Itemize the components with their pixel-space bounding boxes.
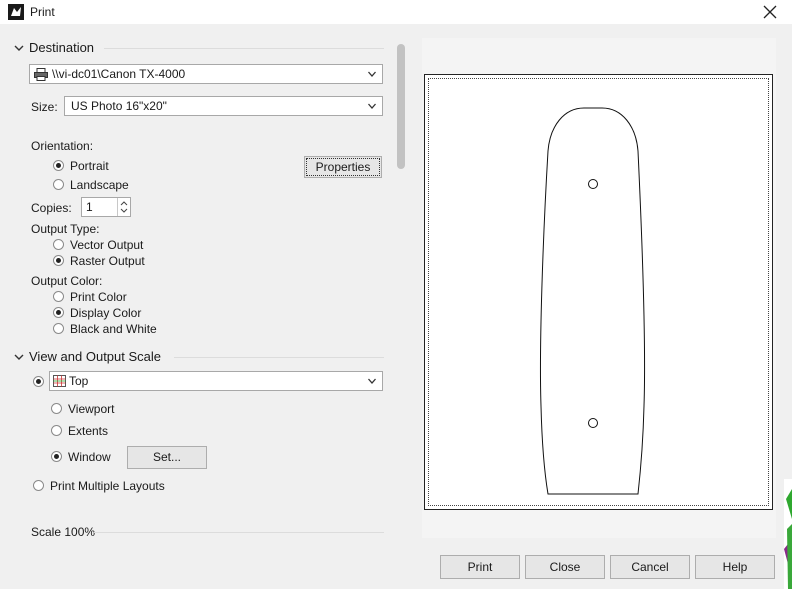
output-color-label: Output Color: [31, 274, 103, 288]
settings-panel: Destination \\vi-dc01\Canon TX-4000 Size… [0, 24, 410, 589]
chevron-down-icon [368, 378, 376, 384]
view-radio[interactable] [33, 376, 44, 387]
landscape-radio[interactable] [53, 179, 64, 190]
rhino-app-icon [8, 4, 24, 20]
vector-output-label[interactable]: Vector Output [70, 238, 143, 252]
divider [104, 48, 384, 49]
printer-icon [34, 68, 48, 81]
set-window-button[interactable]: Set... [127, 446, 207, 469]
close-icon [763, 5, 777, 19]
background-window-sliver [784, 479, 792, 589]
viewport-radio[interactable] [51, 403, 62, 414]
print-color-radio[interactable] [53, 291, 64, 302]
extents-label[interactable]: Extents [68, 424, 108, 438]
view-scale-header[interactable]: View and Output Scale [29, 349, 161, 364]
size-select[interactable]: US Photo 16"x20" [64, 96, 383, 116]
divider [94, 532, 384, 533]
printer-value: \\vi-dc01\Canon TX-4000 [52, 67, 186, 81]
raster-output-label[interactable]: Raster Output [70, 254, 145, 268]
divider [174, 357, 384, 358]
copies-spin-buttons[interactable] [117, 198, 130, 216]
viewport-label[interactable]: Viewport [68, 402, 114, 416]
print-multiple-layouts-radio[interactable] [33, 480, 44, 491]
properties-button[interactable]: Properties [304, 156, 382, 178]
preview-drawing [539, 107, 646, 495]
print-multiple-layouts-label[interactable]: Print Multiple Layouts [50, 479, 165, 493]
close-button[interactable]: Close [525, 555, 605, 579]
raster-output-radio[interactable] [53, 255, 64, 266]
chevron-down-icon [368, 71, 376, 77]
title-bar: Print [0, 0, 792, 24]
print-button[interactable]: Print [440, 555, 520, 579]
portrait-radio[interactable] [53, 160, 64, 171]
cancel-button[interactable]: Cancel [610, 555, 690, 579]
settings-scrollbar-thumb[interactable] [397, 44, 405, 169]
chevron-down-icon[interactable] [14, 43, 24, 53]
destination-header[interactable]: Destination [29, 40, 94, 55]
window-radio[interactable] [51, 451, 62, 462]
portrait-label[interactable]: Portrait [70, 159, 109, 173]
size-value: US Photo 16"x20" [71, 99, 167, 113]
copies-value[interactable]: 1 [86, 200, 93, 214]
printer-select[interactable]: \\vi-dc01\Canon TX-4000 [29, 64, 383, 84]
viewport-grid-icon [53, 375, 66, 387]
vector-output-radio[interactable] [53, 239, 64, 250]
copies-label: Copies: [31, 201, 72, 215]
spin-arrows-icon [120, 201, 128, 213]
view-select[interactable]: Top [49, 371, 383, 391]
copies-stepper[interactable]: 1 [81, 197, 131, 217]
black-and-white-radio[interactable] [53, 323, 64, 334]
window-title: Print [30, 5, 55, 19]
black-and-white-label[interactable]: Black and White [70, 322, 157, 336]
display-color-radio[interactable] [53, 307, 64, 318]
dialog-client: Destination \\vi-dc01\Canon TX-4000 Size… [0, 24, 792, 589]
display-color-label[interactable]: Display Color [70, 306, 141, 320]
scale-section-header[interactable]: Scale 100% [31, 525, 95, 539]
help-button[interactable]: Help [695, 555, 775, 579]
print-color-label[interactable]: Print Color [70, 290, 127, 304]
window-label[interactable]: Window [68, 450, 111, 464]
close-window-button[interactable] [758, 0, 782, 24]
orientation-label: Orientation: [31, 139, 94, 153]
chevron-down-icon[interactable] [14, 352, 24, 362]
landscape-label[interactable]: Landscape [70, 178, 129, 192]
output-type-label: Output Type: [31, 222, 100, 236]
view-value: Top [69, 374, 89, 388]
chevron-down-icon [368, 103, 376, 109]
extents-radio[interactable] [51, 425, 62, 436]
size-label: Size: [31, 100, 58, 114]
